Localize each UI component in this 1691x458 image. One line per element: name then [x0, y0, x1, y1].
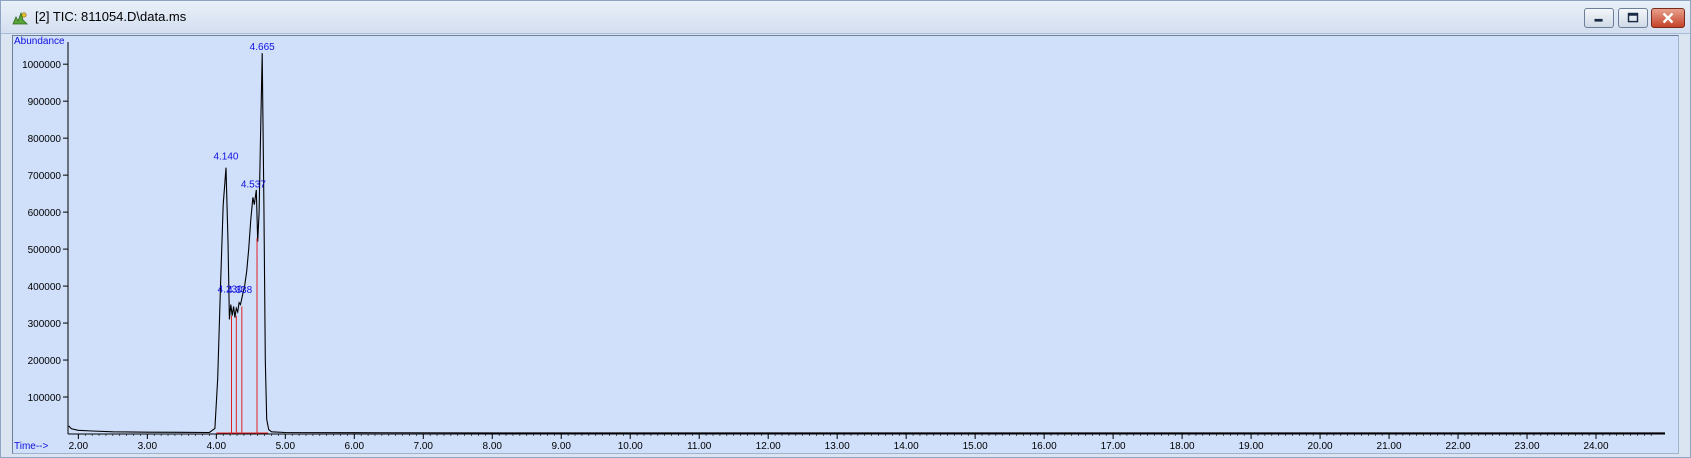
trace: [68, 53, 1665, 434]
x-tick-label: 19.00: [1239, 441, 1264, 452]
chromatogram-chart: Abundance Time--> 100000 200000 300000 400000…: [14, 36, 1665, 452]
integration-marks: [216, 238, 269, 434]
x-tick-label: 20.00: [1308, 441, 1333, 452]
x-tick-label: 9.00: [552, 441, 572, 452]
peak-label: 4.338: [227, 285, 252, 296]
window-title: [2] TIC: 811054.D\data.ms: [35, 9, 187, 24]
peak-labels: 4.1404.2304.3384.5374.665: [213, 42, 275, 296]
x-axis-label: Time-->: [14, 441, 49, 452]
maximize-button[interactable]: [1618, 8, 1648, 28]
x-tick-label: 7.00: [414, 441, 434, 452]
y-tick-label: 300000: [28, 319, 62, 330]
peak-label: 4.140: [213, 152, 238, 163]
x-tick-label: 15.00: [963, 441, 988, 452]
chromatogram-window: [2] TIC: 811054.D\data.ms Abundance Time-…: [0, 0, 1691, 458]
x-tick-label: 24.00: [1583, 441, 1608, 452]
x-tick-label: 2.00: [69, 441, 89, 452]
close-icon: [1662, 12, 1674, 24]
x-tick-label: 4.00: [207, 441, 227, 452]
plot-area: Abundance Time--> 100000 200000 300000 400000…: [12, 35, 1679, 454]
x-tick-label: 10.00: [618, 441, 643, 452]
x-tick-label: 18.00: [1170, 441, 1195, 452]
y-tick-label: 900000: [28, 97, 62, 108]
x-tick-label: 11.00: [687, 441, 712, 452]
x-tick-label: 3.00: [138, 441, 158, 452]
x-tick-label: 8.00: [483, 441, 503, 452]
y-tick-label: 500000: [28, 245, 62, 256]
x-tick-label: 13.00: [825, 441, 850, 452]
x-tick-label: 22.00: [1446, 441, 1471, 452]
y-tick-label: 1000000: [22, 60, 61, 71]
x-tick-label: 17.00: [1101, 441, 1126, 452]
minimize-button[interactable]: [1584, 8, 1614, 28]
x-tick-label: 21.00: [1377, 441, 1402, 452]
y-tick-label: 800000: [28, 134, 62, 145]
y-axis-label: Abundance: [14, 36, 65, 47]
x-tick-label: 6.00: [345, 441, 365, 452]
x-tick-label: 16.00: [1032, 441, 1057, 452]
minimize-icon: [1594, 18, 1603, 22]
maximize-icon: [1627, 12, 1639, 23]
x-tick-label: 14.00: [894, 441, 919, 452]
y-tick-label: 100000: [28, 393, 62, 404]
y-tick-label: 400000: [28, 282, 62, 293]
y-tick-label: 600000: [28, 208, 62, 219]
tic-trace: [68, 53, 1665, 434]
x-tick-label: 5.00: [276, 441, 296, 452]
x-tick-label: 23.00: [1515, 441, 1540, 452]
right-scroll-edge[interactable]: [1680, 35, 1689, 452]
peak-label: 4.665: [250, 42, 275, 53]
x-tick-label: 12.00: [756, 441, 781, 452]
peak-label: 4.537: [241, 179, 266, 190]
close-button[interactable]: [1651, 8, 1685, 28]
y-tick-label: 200000: [28, 356, 62, 367]
y-tick-label: 700000: [28, 171, 62, 182]
title-bar[interactable]: [2] TIC: 811054.D\data.ms: [1, 1, 1690, 34]
chromatogram-icon: [12, 11, 28, 25]
